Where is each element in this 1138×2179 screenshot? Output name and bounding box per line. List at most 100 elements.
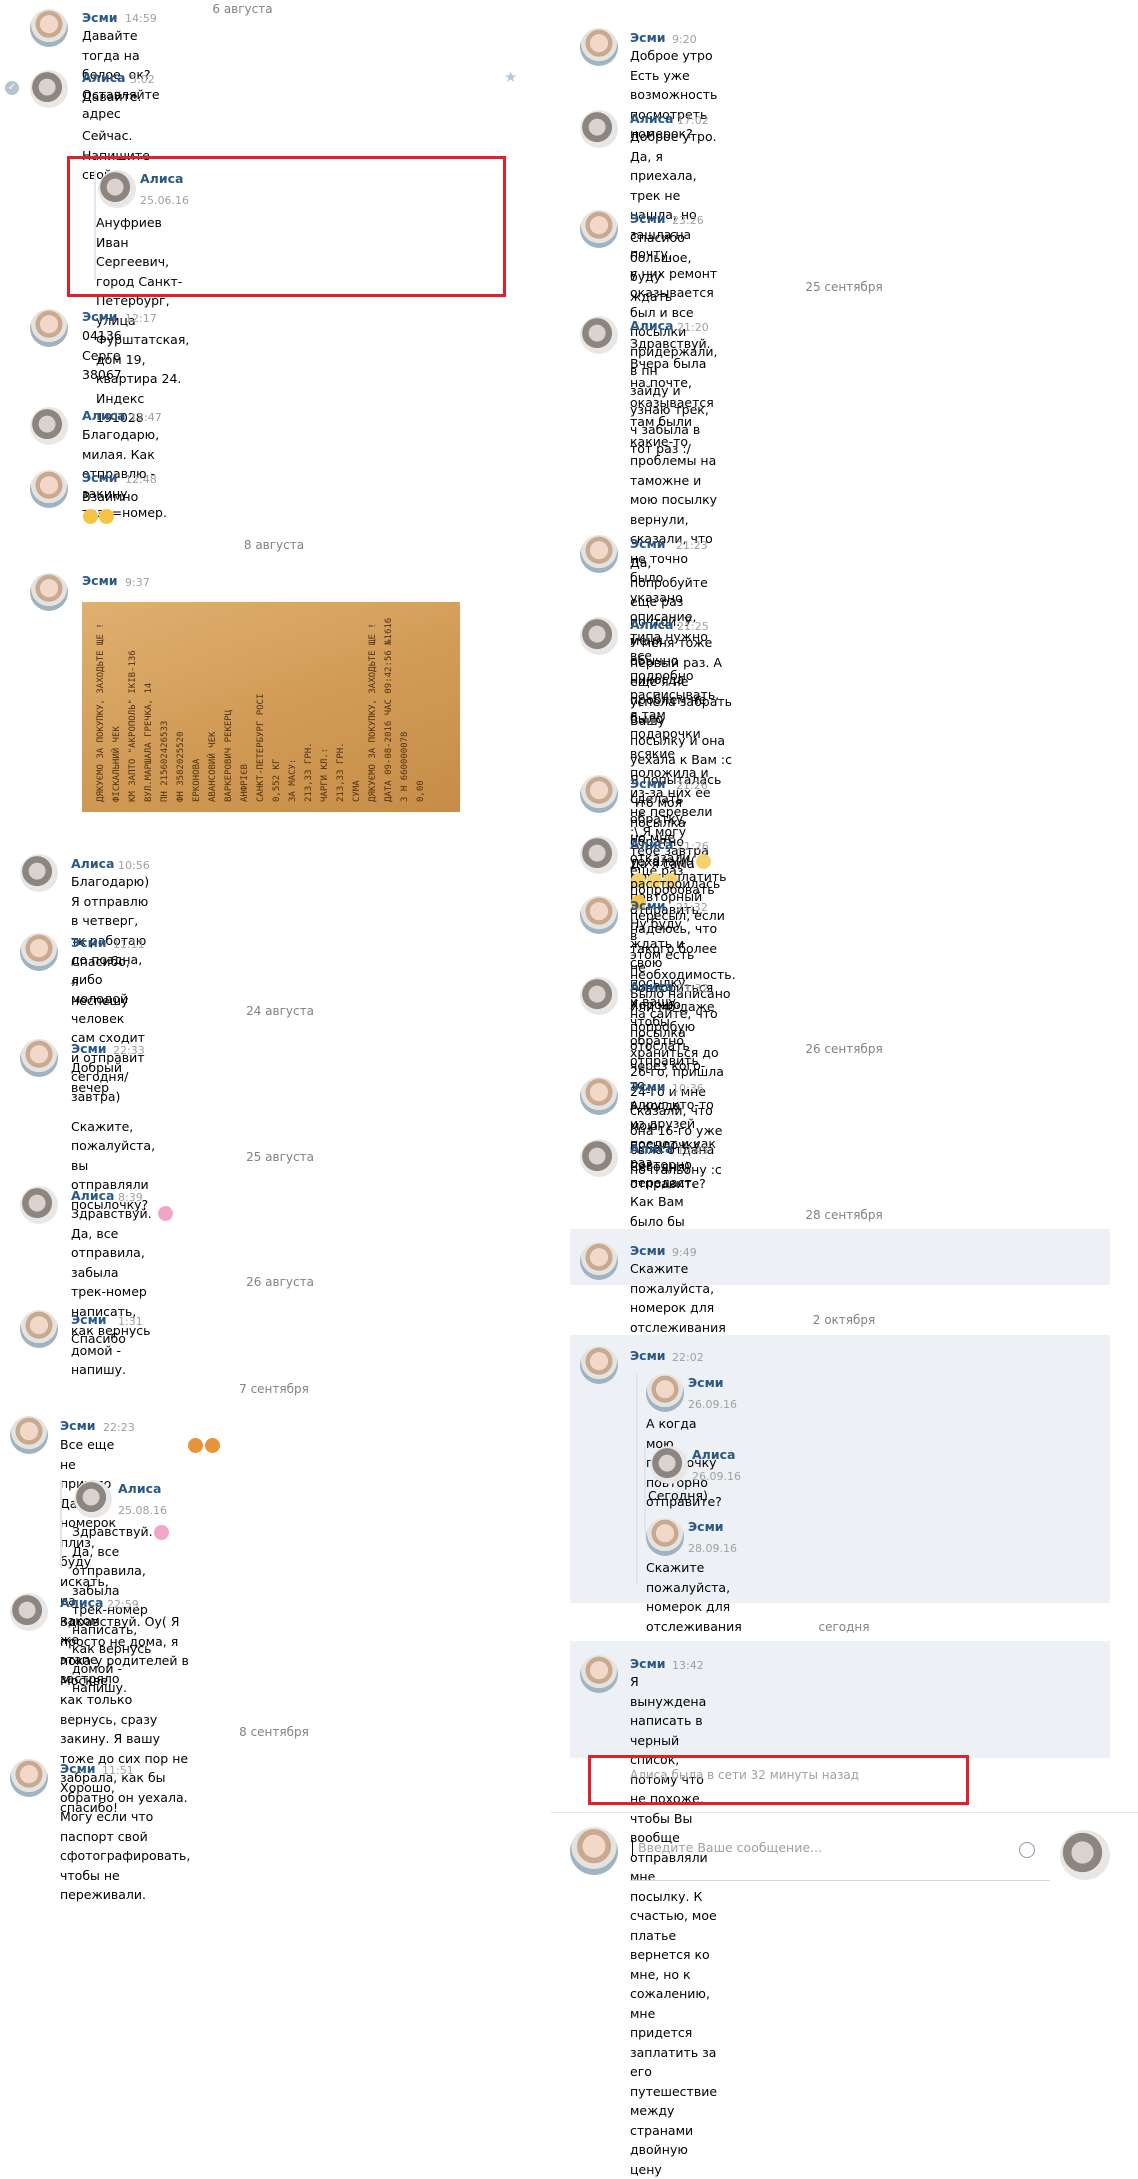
message-time[interactable]: 10:36 [672, 1082, 704, 1095]
sender-name[interactable]: Алиса [630, 837, 673, 852]
message-time[interactable]: 14:59 [125, 12, 157, 25]
avatar[interactable] [650, 1446, 688, 1484]
star-icon[interactable]: ★ [504, 68, 517, 86]
avatar[interactable] [10, 1593, 48, 1631]
avatar[interactable] [580, 28, 618, 66]
sender-name[interactable]: Эсми [71, 1041, 107, 1056]
sender-name[interactable]: Алиса [630, 1141, 673, 1156]
sender-name[interactable]: Алиса [630, 979, 673, 994]
sender-name[interactable]: Эсми [71, 1312, 107, 1327]
message-input[interactable]: Введите Ваше сообщение... [630, 1832, 1050, 1881]
message-time[interactable]: 22:23 [103, 1421, 135, 1434]
sender-name[interactable]: Алиса [692, 1447, 735, 1462]
message-time[interactable]: 21:20 [677, 321, 709, 334]
avatar[interactable] [646, 1374, 684, 1412]
sender-name[interactable]: Эсми [630, 1243, 666, 1258]
avatar[interactable] [580, 316, 618, 354]
sender-name[interactable]: Эсми [60, 1418, 96, 1433]
sender-name[interactable]: Алиса [630, 111, 673, 126]
peer-avatar[interactable] [1060, 1830, 1110, 1880]
avatar[interactable] [580, 1655, 618, 1693]
avatar[interactable] [580, 1077, 618, 1115]
avatar[interactable] [30, 309, 68, 347]
sender-name[interactable]: Эсми [688, 1375, 724, 1390]
sender-name[interactable]: Алиса [71, 856, 114, 871]
avatar[interactable] [580, 775, 618, 813]
receipt-photo[interactable]: ДЯКУЄМО ЗА ПОКУПКУ, ЗАХОДЬТЕ ЩЕ ! ФІСКАЛЬ… [82, 602, 460, 812]
message-time[interactable]: 22:59 [107, 1598, 139, 1611]
message-time[interactable]: 22:33 [113, 1044, 145, 1057]
message-time[interactable]: 13:45 [677, 1144, 709, 1157]
avatar[interactable] [580, 1346, 618, 1384]
avatar[interactable] [646, 1518, 684, 1556]
message-time[interactable]: 9:20 [672, 33, 697, 46]
message-time[interactable]: 12:17 [125, 312, 157, 325]
avatar[interactable] [30, 573, 68, 611]
sender-name[interactable]: Эсми [71, 935, 107, 950]
avatar[interactable] [580, 210, 618, 248]
message-time[interactable]: 21:23 [676, 539, 708, 552]
avatar[interactable] [30, 407, 68, 445]
sender-name[interactable]: Эсми [630, 898, 666, 913]
sender-name[interactable]: Эсми [60, 1761, 96, 1776]
sender-name[interactable]: Алиса [630, 617, 673, 632]
avatar[interactable] [580, 535, 618, 573]
sender-name[interactable]: Эсми [82, 573, 118, 588]
sender-name[interactable]: Алиса [82, 408, 125, 423]
sender-name[interactable]: Алиса [82, 70, 125, 85]
avatar[interactable] [20, 1039, 58, 1077]
sender-name[interactable]: Эсми [82, 10, 118, 25]
avatar[interactable] [580, 977, 618, 1015]
avatar[interactable] [10, 1759, 48, 1797]
message-time[interactable]: 8:39 [118, 1191, 143, 1204]
avatar[interactable] [10, 1416, 48, 1454]
sender-name[interactable]: Эсми [630, 30, 666, 45]
sender-name[interactable]: Алиса [630, 318, 673, 333]
avatar[interactable] [30, 70, 68, 108]
sender-name[interactable]: Алиса [118, 1481, 161, 1496]
avatar[interactable] [74, 1480, 112, 1518]
message-time[interactable]: 9:37 [125, 576, 150, 589]
message-time[interactable]: 21:32 [677, 982, 709, 995]
sender-name[interactable]: Эсми [630, 1348, 666, 1363]
message-time[interactable]: 21:32 [676, 901, 708, 914]
message-time[interactable]: 1:31 [118, 1315, 143, 1328]
avatar[interactable] [580, 110, 618, 148]
avatar[interactable] [580, 1139, 618, 1177]
sender-name[interactable]: Эсми [82, 309, 118, 324]
message-time[interactable]: 11:11 [113, 938, 145, 951]
smile-icon[interactable] [1019, 1842, 1035, 1858]
message-time[interactable]: 22:02 [672, 1351, 704, 1364]
message-time[interactable]: 13:42 [672, 1659, 704, 1672]
sender-name[interactable]: Эсми [630, 1656, 666, 1671]
message-time[interactable]: 17:02 [677, 114, 709, 127]
message-time[interactable]: 10:56 [118, 859, 150, 872]
sender-name[interactable]: Эсми [630, 211, 666, 226]
message-time[interactable]: 21:26 [677, 840, 709, 853]
avatar[interactable] [20, 1186, 58, 1224]
message-time[interactable]: 11:51 [102, 1764, 134, 1777]
avatar[interactable] [30, 9, 68, 47]
message-time[interactable]: 12:48 [125, 473, 157, 486]
sender-name[interactable]: Эсми [630, 536, 666, 551]
avatar[interactable] [580, 617, 618, 655]
avatar[interactable] [580, 836, 618, 874]
message-time[interactable]: 23:26 [672, 214, 704, 227]
message-time[interactable]: 9:49 [672, 1246, 697, 1259]
avatar[interactable] [580, 1242, 618, 1280]
message-time[interactable]: 12:47 [130, 411, 162, 424]
avatar[interactable] [20, 854, 58, 892]
message-time[interactable]: 21:26 [676, 779, 708, 792]
avatar[interactable] [20, 933, 58, 971]
sender-name[interactable]: Эсми [630, 776, 666, 791]
sender-name[interactable]: Алиса [60, 1595, 103, 1610]
sender-name[interactable]: Алиса [71, 1188, 114, 1203]
my-avatar[interactable] [570, 1827, 618, 1875]
avatar[interactable] [580, 896, 618, 934]
sender-name[interactable]: Эсми [688, 1519, 724, 1534]
sender-name[interactable]: Эсми [82, 470, 118, 485]
sender-name[interactable]: Эсми [630, 1079, 666, 1094]
message-time[interactable]: 21:25 [677, 620, 709, 633]
avatar[interactable] [20, 1310, 58, 1348]
avatar[interactable] [30, 470, 68, 508]
